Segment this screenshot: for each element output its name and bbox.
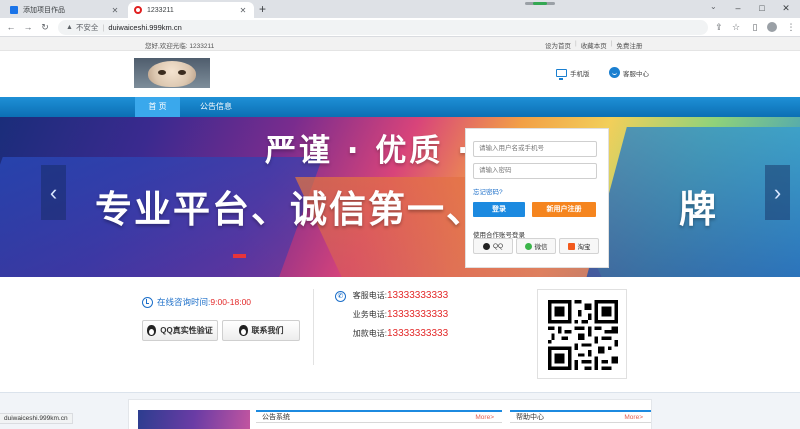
notice-more-link[interactable]: More> [475,412,494,423]
contact-section: 在线咨询时间: 9:00-18:00 QQ真实性验证 联系我们 ✆ 客服电话: 1… [0,277,800,392]
warning-icon[interactable]: ▲ [66,24,73,31]
clock-icon [142,296,153,308]
lower-section: 公告系统 More> 帮助中心 More> [0,392,800,429]
browser-tab-2[interactable]: 1233211 ✕ [128,2,254,18]
drag-handle [525,2,555,5]
smiley-icon [609,67,620,78]
browser-tab-1[interactable]: 添加项目作品 ✕ [4,2,126,18]
url-text[interactable]: duiwaiceshi.999km.cn [108,23,181,32]
phone-row: 加款电话: 13333333333 [352,328,449,339]
tab-favicon-icon [134,6,142,14]
divider: | [610,40,613,47]
taobao-login-button[interactable]: 淘宝 [559,238,599,254]
minimize-icon[interactable]: – [728,1,748,15]
password-input[interactable]: 请输入密码 [473,163,597,179]
wechat-login-button[interactable]: 微信 [516,238,556,254]
help-panel-header: 帮助中心 More> [510,410,651,423]
service-label: 客服中心 [623,70,649,78]
banner-slogan-line1: 严谨 · 优质 · [265,133,472,169]
help-more-link[interactable]: More> [624,412,643,423]
taobao-icon [567,242,575,250]
forward-arrow-icon[interactable]: → [22,21,34,33]
maximize-icon[interactable]: □ [752,1,772,15]
qq-penguin-icon [147,325,157,336]
qr-code [537,289,627,379]
close-window-icon[interactable]: ✕ [776,1,796,15]
register-button[interactable]: 新用户注册 [532,202,596,217]
back-arrow-icon[interactable]: ← [5,21,17,33]
divider: | [102,23,105,32]
username-input[interactable]: 请输入用户名或手机号 [473,141,597,157]
site-topbar: 您好,欢迎光临: 1233211 设为首页 | 收藏本页 | 免费注册 [0,37,800,51]
divider [313,289,314,365]
service-hours: 在线咨询时间: 9:00-18:00 [142,296,251,308]
browser-tab-strip: 添加项目作品 ✕ 1233211 ✕ + ⌄ – □ ✕ [0,0,800,18]
forgot-password-link[interactable]: 忘记密码? [473,186,503,196]
nav-home[interactable]: 首 页 [135,97,180,117]
banner-slogan-line2: 专业平台、诚信第一、行牌 [95,188,718,231]
mobile-version-link[interactable]: 手机版 [556,68,590,80]
register-link[interactable]: 免费注册 [616,40,642,50]
url-field[interactable]: ▲ 不安全 | duiwaiceshi.999km.cn [58,20,708,35]
nav-notices[interactable]: 公告信息 [188,97,244,117]
promo-thumbnail[interactable] [138,410,250,429]
qq-icon [482,242,490,250]
set-homepage-link[interactable]: 设为首页 [545,40,571,50]
menu-icon[interactable]: ⋮ [785,21,797,33]
side-panel-icon[interactable]: ▯ [749,21,761,33]
close-tab-icon[interactable]: ✕ [110,6,120,15]
browser-status-bar: duiwaiceshi.999km.cn [0,413,73,424]
login-button[interactable]: 登录 [473,202,525,217]
notice-panel-header: 公告系统 More> [256,410,502,423]
reload-icon[interactable]: ↻ [39,21,51,33]
monitor-icon [556,69,567,80]
qq-penguin-icon [238,325,248,336]
tab-search-icon[interactable]: ⌄ [710,2,717,11]
address-bar-row: ← → ↻ ▲ 不安全 | duiwaiceshi.999km.cn ⇪ ☆ ▯… [0,18,800,37]
topbar-links: 设为首页 | 收藏本页 | 免费注册 [545,40,642,50]
divider: | [575,40,577,47]
security-label[interactable]: 不安全 [76,22,99,33]
profile-avatar[interactable] [767,22,777,32]
welcome-text: 您好,欢迎光临: 1233211 [145,43,215,50]
phone-row: 客服电话: 13333333333 [352,290,449,301]
qq-login-button[interactable]: QQ [473,238,513,254]
tab-favicon-icon [10,6,18,14]
hours-label: 在线咨询时间: [157,297,211,307]
qq-verify-button[interactable]: QQ真实性验证 [142,320,218,341]
contact-us-button[interactable]: 联系我们 [222,320,300,341]
banner-prev-button[interactable]: ‹ [41,165,66,220]
site-header: 手机版 客服中心 [0,51,800,97]
login-box: 请输入用户名或手机号 请输入密码 忘记密码? 登录 新用户注册 使用合作账号登录… [465,128,609,268]
star-icon[interactable]: ☆ [730,21,742,33]
tab-title: 添加项目作品 [23,7,65,14]
close-tab-icon[interactable]: ✕ [238,6,248,15]
site-logo[interactable] [134,58,210,88]
carousel-indicator[interactable] [233,254,246,258]
hero-banner: 严谨 · 优质 · 专业平台、诚信第一、行牌 ‹ › [0,117,800,277]
banner-next-button[interactable]: › [765,165,790,220]
mobile-label: 手机版 [570,71,590,78]
hours-value: 9:00-18:00 [210,297,252,307]
customer-service-link[interactable]: 客服中心 [609,67,649,78]
phone-row: 业务电话: 13333333333 [352,309,449,320]
wechat-icon [524,242,532,250]
tab-title: 1233211 [147,6,174,14]
main-nav: 首 页 公告信息 [0,97,800,117]
new-tab-button[interactable]: + [259,2,266,16]
bookmark-link[interactable]: 收藏本页 [581,40,607,50]
share-icon[interactable]: ⇪ [713,21,725,33]
